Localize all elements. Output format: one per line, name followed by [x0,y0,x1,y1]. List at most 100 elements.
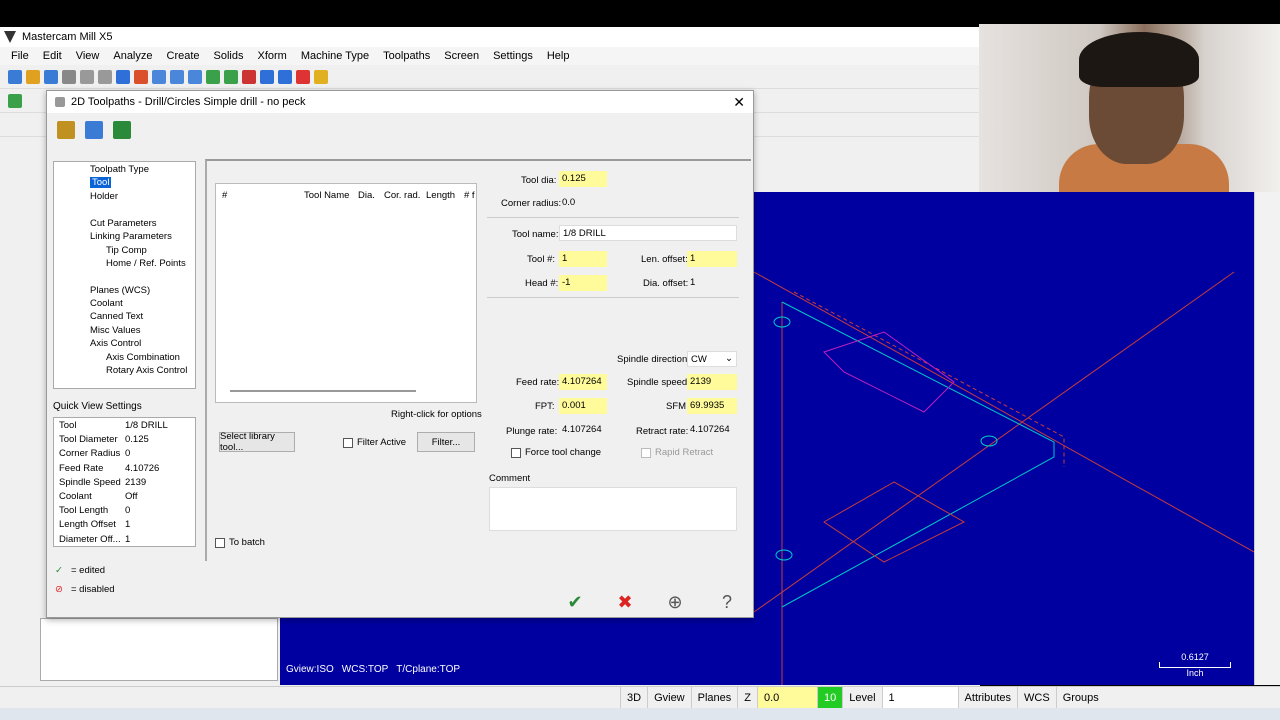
tree-item-linking-parameters[interactable]: Linking Parameters [90,231,172,242]
menu-solids[interactable]: Solids [207,50,251,62]
save-icon[interactable] [44,69,58,84]
undo-icon[interactable] [80,69,94,84]
tool-list-header[interactable]: Dia. [358,190,375,201]
z-value-field[interactable]: 0.0 [757,687,817,708]
force-tool-change-checkbox[interactable]: Force tool change [511,447,601,458]
wcs-button[interactable]: WCS [1017,687,1056,708]
force-tool-change-box[interactable] [511,447,521,458]
tree-item-planes-wcs[interactable]: Planes (WCS) [90,285,150,296]
tool-list-header[interactable]: Tool Name [304,190,349,201]
attributes-button[interactable]: Attributes [957,687,1017,708]
tool-name-field[interactable]: 1/8 DRILL [559,225,737,241]
close-icon[interactable]: ✕ [733,94,745,111]
open-icon[interactable] [26,69,40,84]
select-library-tool-button[interactable]: Select library tool... [219,431,295,453]
tool-list-header[interactable]: Cor. rad. [384,190,420,201]
tool-list-header[interactable]: # f [464,190,475,201]
spindle-speed-field[interactable]: 2139 [687,374,737,390]
to-batch-checkbox[interactable]: To batch [215,537,265,548]
zoom-in-icon[interactable] [170,69,184,84]
solid-icon[interactable] [206,69,220,84]
tcplane-status: T/Cplane:TOP [396,664,461,675]
gview-button[interactable]: Gview [647,687,691,708]
redo-icon[interactable] [98,69,112,84]
new-icon[interactable] [8,69,22,84]
tree-item-cut-parameters[interactable]: Cut Parameters [90,218,157,229]
tree-item-canned-text[interactable]: Canned Text [90,311,143,322]
save-defaults-icon[interactable] [85,121,103,139]
tool-icon[interactable] [57,121,75,139]
level-field[interactable]: 1 [881,687,958,708]
part-outline-dashed [793,291,1065,467]
print-icon[interactable] [62,69,76,84]
tool-list[interactable]: # Tool Name Dia. Cor. rad. Length # f [215,183,477,403]
plunge-rate-field[interactable]: 4.107264 [559,422,607,438]
add-icon[interactable] [8,93,22,108]
repaint-icon[interactable] [134,69,148,84]
ok-button[interactable]: ✔ [559,591,591,613]
menu-screen[interactable]: Screen [437,50,486,62]
menu-xform[interactable]: Xform [251,50,294,62]
tree-item-toolpath-type[interactable]: Toolpath Type [90,164,149,175]
comment-textarea[interactable] [489,487,737,531]
filter-active-box[interactable] [343,437,353,448]
viewport-status: Gview:ISO WCS:TOP T/Cplane:TOP [286,664,460,675]
globe-icon[interactable] [260,69,274,84]
head-num-field[interactable]: -1 [559,275,607,291]
pencil-icon[interactable] [314,69,328,84]
solid-shade-icon[interactable] [224,69,238,84]
cube-icon[interactable] [242,69,256,84]
tree-item-coolant[interactable]: Coolant [90,298,123,309]
tool-list-header[interactable]: # [222,190,227,201]
zoom-window-icon[interactable] [152,69,166,84]
menu-view[interactable]: View [69,50,107,62]
sfm-field[interactable]: 69.9935 [687,398,737,414]
color-swatch[interactable]: 10 [817,687,843,708]
quick-view-settings: Tool 1/8 DRILL Tool Diameter 0.125 Corner Ra… [53,417,196,547]
tree-item-tip-comp[interactable]: Tip Comp [106,245,147,256]
planes-button[interactable]: Planes [690,687,738,708]
tree-item-axis-combination[interactable]: Axis Combination [106,352,180,363]
menu-toolpaths[interactable]: Toolpaths [376,50,437,62]
graphics-viewport[interactable] [753,192,1255,685]
menu-create[interactable]: Create [160,50,207,62]
tree-item-rotary-axis-control[interactable]: Rotary Axis Control [106,365,187,376]
cancel-button[interactable]: ✖ [609,591,641,613]
fpt-field[interactable]: 0.001 [559,398,607,414]
fit-icon[interactable] [116,69,130,84]
menu-file[interactable]: File [4,50,36,62]
to-batch-box[interactable] [215,537,225,548]
filter-button[interactable]: Filter... [417,432,475,452]
len-offset-field[interactable]: 1 [687,251,737,267]
3d-toggle[interactable]: 3D [620,687,647,708]
sphere-icon[interactable] [278,69,292,84]
filter-active-checkbox[interactable]: Filter Active [343,437,406,448]
tool-list-scrollbar[interactable] [230,390,416,392]
tool-num-field[interactable]: 1 [559,251,607,267]
tool-list-header[interactable]: Length [426,190,455,201]
tree-item-home-ref-points[interactable]: Home / Ref. Points [106,258,186,269]
dia-offset-field[interactable]: 1 [687,275,737,291]
tool-dia-field[interactable]: 0.125 [559,171,607,187]
tree-item-holder[interactable]: Holder [90,191,118,202]
legend-disabled-label: = disabled [70,584,115,595]
part-outline-cyan [781,301,1055,608]
menu-analyze[interactable]: Analyze [106,50,159,62]
help-button[interactable]: ? [711,591,743,613]
tree-item-tool[interactable]: Tool [90,177,112,188]
menu-machine-type[interactable]: Machine Type [294,50,376,62]
menu-edit[interactable]: Edit [36,50,69,62]
shape-icon[interactable] [296,69,310,84]
groups-button[interactable]: Groups [1055,687,1105,708]
retract-rate-field[interactable]: 4.107264 [687,422,737,438]
corner-radius-field[interactable]: 0.0 [559,195,607,211]
apply-button[interactable]: ⊕ [659,591,691,613]
feed-rate-field[interactable]: 4.107264 [559,374,607,390]
tree-item-misc-values[interactable]: Misc Values [90,325,141,336]
spindle-direction-select[interactable]: CW ⌄ [687,351,737,367]
zoom-out-icon[interactable] [188,69,202,84]
menu-settings[interactable]: Settings [486,50,540,62]
tree-item-axis-control[interactable]: Axis Control [90,338,141,349]
menu-help[interactable]: Help [540,50,577,62]
export-icon[interactable] [113,121,131,139]
